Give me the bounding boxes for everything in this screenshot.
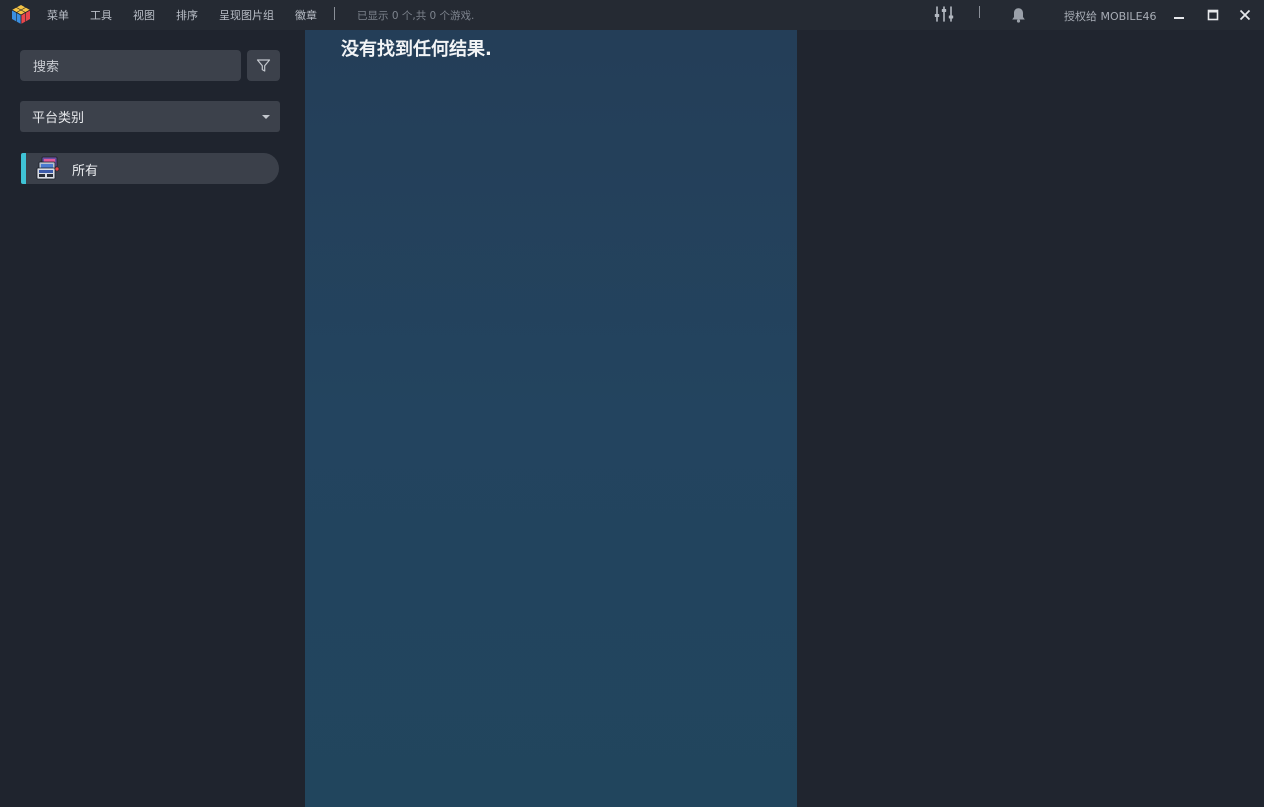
game-count-status: 已显示 0 个,共 0 个游戏. xyxy=(357,10,475,22)
sidebar: 搜索 平台类别 所有 xyxy=(0,30,305,807)
minimize-button[interactable] xyxy=(1169,5,1189,25)
menu-main[interactable]: 菜单 xyxy=(47,7,69,23)
filter-icon xyxy=(256,59,271,72)
sidebar-item-all[interactable]: 所有 xyxy=(21,153,279,184)
maximize-icon xyxy=(1207,9,1219,21)
platform-category-select[interactable]: 平台类别 xyxy=(20,101,280,132)
menu-image-group[interactable]: 呈现图片组 xyxy=(219,7,274,23)
results-panel: 没有找到任何结果. xyxy=(305,30,797,807)
game-consoles-icon xyxy=(36,156,60,180)
minimize-icon xyxy=(1174,17,1184,19)
menu-bar: 菜单 工具 视图 排序 呈现图片组 徽章 xyxy=(47,0,338,30)
title-bar: 菜单 工具 视图 排序 呈现图片组 徽章 已显示 0 个,共 0 个游戏. 授权… xyxy=(0,0,1264,30)
detail-panel xyxy=(797,30,1264,807)
maximize-button[interactable] xyxy=(1203,5,1223,25)
close-button[interactable] xyxy=(1235,5,1255,25)
toolbar-divider xyxy=(979,6,980,18)
sliders-icon[interactable] xyxy=(934,5,954,23)
search-input[interactable]: 搜索 xyxy=(20,50,241,81)
license-label: 授权给 MOBILE46 xyxy=(1064,10,1157,23)
sidebar-item-label: 所有 xyxy=(72,164,99,179)
menu-sort[interactable]: 排序 xyxy=(176,7,198,23)
filter-button[interactable] xyxy=(247,50,280,81)
chevron-down-icon xyxy=(262,114,270,119)
app-cube-icon[interactable] xyxy=(11,4,31,25)
menu-view[interactable]: 视图 xyxy=(133,7,155,23)
empty-results-message: 没有找到任何结果. xyxy=(341,39,492,60)
menu-badges[interactable]: 徽章 xyxy=(295,7,317,23)
platform-select-value: 平台类别 xyxy=(32,111,85,126)
bell-icon[interactable] xyxy=(1011,7,1026,23)
active-indicator xyxy=(21,153,26,184)
menu-divider xyxy=(334,7,335,20)
close-icon xyxy=(1239,9,1251,21)
menu-tools[interactable]: 工具 xyxy=(90,7,112,23)
